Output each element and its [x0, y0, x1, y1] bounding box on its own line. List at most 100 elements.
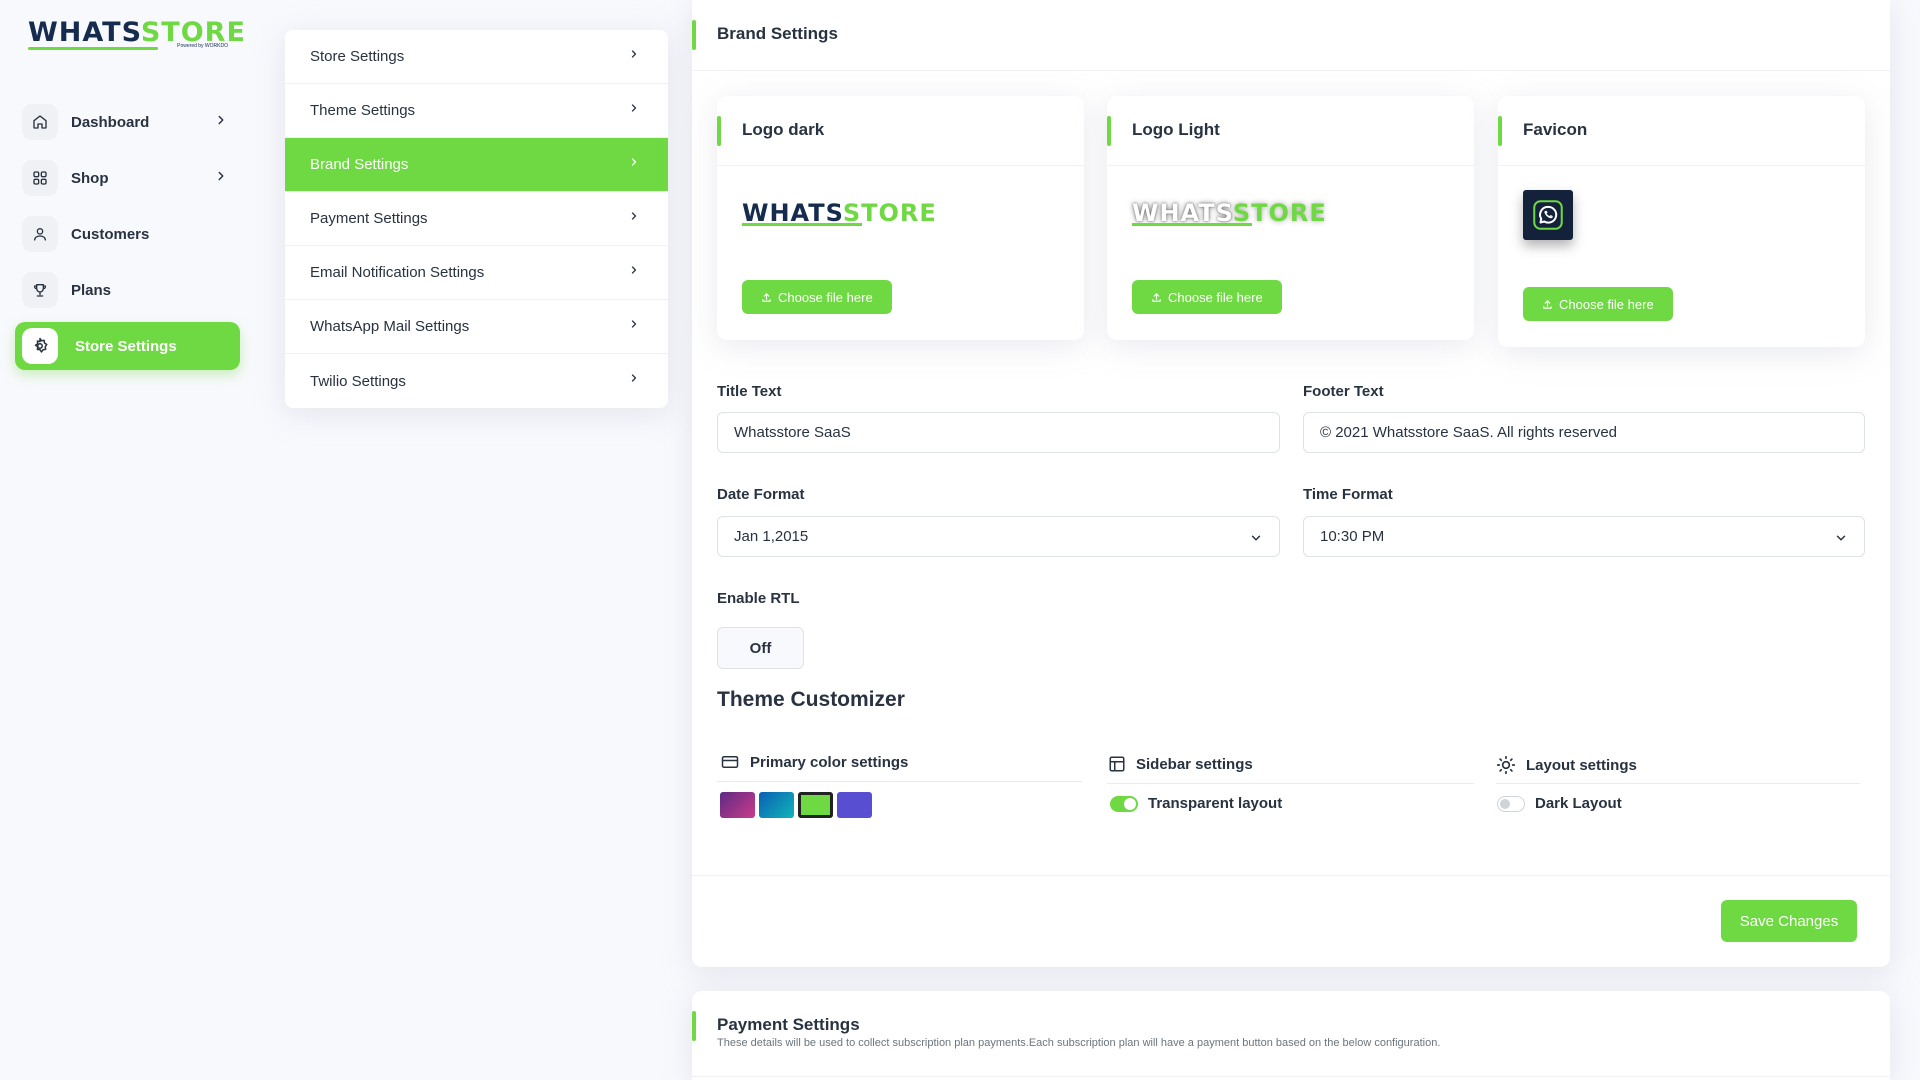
upload-icon: [762, 292, 771, 302]
sidebar-item-dashboard[interactable]: Dashboard: [15, 98, 240, 146]
chevron-right-icon: [628, 101, 640, 118]
date-format-label: Date Format: [717, 486, 805, 503]
settings-menu-item-whatsapp-mail[interactable]: WhatsApp Mail Settings: [285, 300, 668, 354]
button-label: Choose file here: [778, 289, 873, 305]
accent-bar: [1498, 116, 1502, 146]
sidebar: WHATSSTORE Powered by WORKDO Dashboard S…: [0, 0, 260, 1080]
save-changes-button[interactable]: Save Changes: [1721, 900, 1857, 942]
color-swatches: [720, 792, 872, 818]
menu-item-label: Theme Settings: [310, 102, 416, 119]
chevron-right-icon: [628, 317, 640, 334]
accent-bar: [1107, 116, 1111, 146]
logo-dark-preview: WHATSSTORE: [742, 199, 942, 227]
sidebar-item-label: Customers: [71, 225, 150, 243]
sidebar-settings-heading: Sidebar settings: [1108, 755, 1253, 773]
date-format-select[interactable]: Jan 1,2015: [717, 516, 1280, 557]
accent-bar: [692, 20, 696, 50]
input-value: Whatsstore SaaS: [734, 424, 851, 441]
menu-item-label: WhatsApp Mail Settings: [310, 318, 470, 335]
settings-menu-item-store[interactable]: Store Settings: [285, 30, 668, 84]
choose-logo-light-button[interactable]: Choose file here: [1132, 280, 1282, 314]
logo-card-title: Favicon: [1523, 120, 1588, 139]
layout-settings-heading: Layout settings: [1496, 755, 1637, 775]
heading-label: Sidebar settings: [1136, 755, 1253, 773]
user-icon: [22, 216, 58, 252]
select-value: Jan 1,2015: [734, 528, 809, 545]
choose-logo-dark-button[interactable]: Choose file here: [742, 280, 892, 314]
settings-menu-item-twilio[interactable]: Twilio Settings: [285, 354, 668, 408]
logo-card-title: Logo Light: [1132, 120, 1220, 139]
logo-light-preview: WHATSSTORE: [1132, 199, 1332, 227]
menu-item-label: Twilio Settings: [310, 372, 406, 390]
title-text-label: Title Text: [717, 383, 782, 400]
logo-underline: [28, 47, 158, 50]
logo-text-part1: WHATS: [28, 17, 141, 48]
settings-menu-item-payment[interactable]: Payment Settings: [285, 192, 668, 246]
enable-rtl-label: Enable RTL: [717, 590, 800, 607]
rtl-toggle-button[interactable]: Off: [717, 627, 804, 669]
sidebar-item-store-settings[interactable]: Store Settings: [15, 322, 240, 370]
settings-menu-item-brand[interactable]: Brand Settings: [285, 138, 668, 192]
sidebar-item-customers[interactable]: Customers: [15, 210, 240, 258]
card-header: Brand Settings: [692, 0, 1890, 71]
choose-favicon-button[interactable]: Choose file here: [1523, 287, 1673, 321]
logo-dark-card: Logo dark WHATSSTORE Choose file here: [717, 96, 1084, 340]
time-format-select[interactable]: 10:30 PM: [1303, 516, 1865, 557]
toggle-label: Transparent layout: [1148, 795, 1283, 812]
input-value: © 2021 Whatsstore SaaS. All rights reser…: [1320, 424, 1618, 441]
chevron-right-icon: [628, 155, 640, 172]
menu-item-label: Store Settings: [310, 48, 405, 65]
sidebar-item-shop[interactable]: Shop: [15, 154, 240, 202]
logo-card-title: Logo dark: [742, 120, 825, 139]
upload-icon: [1543, 299, 1552, 309]
menu-item-label: Email Notification Settings: [310, 264, 485, 281]
button-label: Choose file here: [1168, 289, 1263, 305]
time-format-label: Time Format: [1303, 486, 1393, 503]
transparent-layout-toggle[interactable]: [1110, 795, 1138, 812]
whatsapp-icon: [1533, 200, 1563, 230]
button-label: Off: [749, 639, 772, 657]
dark-layout-row: Dark Layout: [1497, 795, 1622, 812]
brand-logo[interactable]: WHATSSTORE Powered by WORKDO: [28, 17, 245, 54]
chevron-right-icon: [628, 263, 640, 280]
theme-customizer-title: Theme Customizer: [717, 688, 905, 711]
settings-menu-item-theme[interactable]: Theme Settings: [285, 84, 668, 138]
grid-icon: [22, 160, 58, 196]
logo-tagline: Powered by WORKDO: [177, 43, 228, 49]
chevron-down-icon: [1249, 531, 1263, 549]
layout-icon: [1109, 756, 1125, 772]
button-label: Choose file here: [1559, 296, 1654, 312]
credit-card-icon: [721, 756, 739, 768]
sidebar-item-label: Plans: [71, 281, 112, 299]
footer-text-input[interactable]: © 2021 Whatsstore SaaS. All rights reser…: [1303, 412, 1865, 453]
menu-item-label: Brand Settings: [310, 156, 409, 173]
logo-light-card: Logo Light WHATSSTORE Choose file here: [1107, 96, 1474, 340]
transparent-layout-row: Transparent layout: [1110, 795, 1282, 812]
chevron-right-icon: [628, 209, 640, 226]
payment-settings-card: Payment Settings These details will be u…: [692, 991, 1890, 1080]
title-text-input[interactable]: Whatsstore SaaS: [717, 412, 1280, 453]
accent-bar: [692, 1011, 696, 1041]
sidebar-item-label: Dashboard: [71, 113, 150, 131]
color-swatch[interactable]: [798, 792, 833, 818]
footer-text-label: Footer Text: [1303, 383, 1384, 400]
color-swatch[interactable]: [759, 792, 794, 818]
card-description: These details will be used to collect su…: [717, 1037, 1441, 1049]
settings-menu: Store Settings Theme Settings Brand Sett…: [285, 30, 668, 408]
dark-layout-toggle[interactable]: [1497, 795, 1525, 812]
heading-label: Layout settings: [1526, 756, 1637, 774]
color-swatch[interactable]: [720, 792, 755, 818]
brand-settings-card: Brand Settings Logo dark WHATSSTORE Choo…: [692, 0, 1890, 967]
favicon-card: Favicon Choose file here: [1498, 96, 1865, 347]
toggle-label: Dark Layout: [1535, 795, 1622, 812]
color-swatch[interactable]: [837, 792, 872, 818]
sidebar-item-label: Shop: [71, 169, 109, 187]
favicon-preview: [1523, 190, 1573, 240]
menu-item-label: Payment Settings: [310, 210, 428, 227]
trophy-icon: [22, 272, 58, 308]
button-label: Save Changes: [1739, 912, 1839, 930]
sidebar-item-label: Store Settings: [75, 337, 177, 355]
heading-label: Primary color settings: [750, 753, 909, 771]
sidebar-item-plans[interactable]: Plans: [15, 266, 240, 314]
settings-menu-item-email-notification[interactable]: Email Notification Settings: [285, 246, 668, 300]
